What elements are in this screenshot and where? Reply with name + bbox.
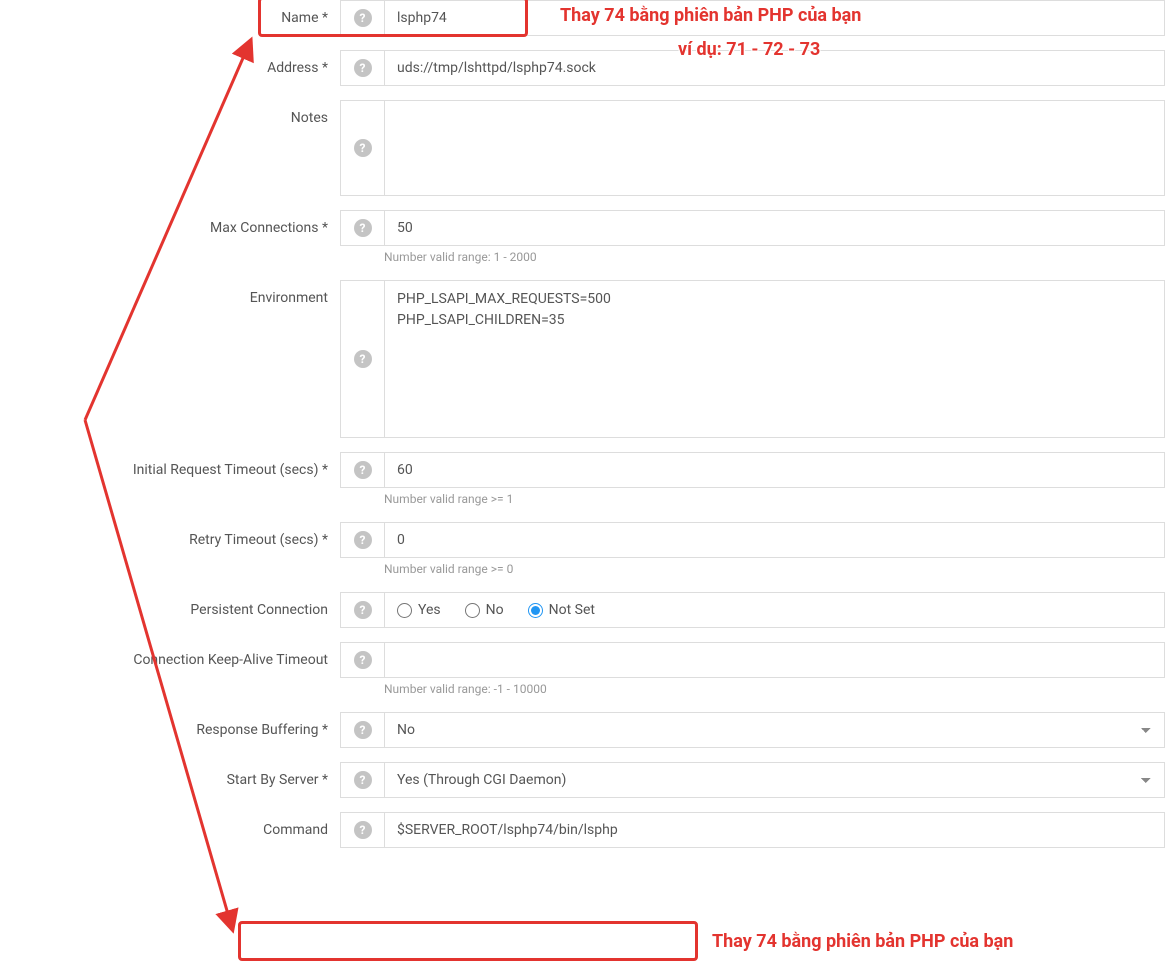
label-environment: Environment [0,280,340,316]
label-keep-alive-timeout: Connection Keep-Alive Timeout [0,642,340,678]
start-by-server-select[interactable]: Yes (Through CGI Daemon) [384,762,1165,798]
question-icon: ? [354,461,372,479]
radio-yes-input[interactable] [397,603,412,618]
row-notes: Notes ? [0,100,1165,196]
row-environment: Environment ? [0,280,1165,438]
help-command[interactable]: ? [340,812,384,848]
label-max-connections: Max Connections * [0,210,340,246]
label-start-by-server: Start By Server * [0,762,340,798]
label-retry-timeout: Retry Timeout (secs) * [0,522,340,558]
question-icon: ? [354,9,372,27]
radio-not-set[interactable]: Not Set [528,602,595,618]
label-name: Name * [0,0,340,36]
radio-not-set-input[interactable] [528,603,543,618]
help-notes[interactable]: ? [340,100,384,196]
persistent-connection-radiogroup: Yes No Not Set [384,592,1165,628]
question-icon: ? [354,59,372,77]
response-buffering-select[interactable]: No [384,712,1165,748]
hint-max-connections: Number valid range: 1 - 2000 [384,246,1165,274]
radio-yes-label: Yes [418,602,441,618]
row-keep-alive-timeout: Connection Keep-Alive Timeout ? Number v… [0,642,1165,706]
environment-textarea[interactable] [384,280,1165,438]
help-response-buffering[interactable]: ? [340,712,384,748]
help-retry-timeout[interactable]: ? [340,522,384,558]
help-name[interactable]: ? [340,0,384,36]
label-address: Address * [0,50,340,86]
label-response-buffering: Response Buffering * [0,712,340,748]
question-icon: ? [354,531,372,549]
row-response-buffering: Response Buffering * ? No [0,712,1165,748]
label-initial-request-timeout: Initial Request Timeout (secs) * [0,452,340,488]
address-input[interactable] [384,50,1165,86]
hint-keep-alive-timeout: Number valid range: -1 - 10000 [384,678,1165,706]
radio-no[interactable]: No [465,602,504,618]
radio-yes[interactable]: Yes [397,602,441,618]
hint-retry-timeout: Number valid range >= 0 [384,558,1165,586]
help-address[interactable]: ? [340,50,384,86]
annotation-bottom: Thay 74 bằng phiên bản PHP của bạn [712,930,1013,953]
help-keep-alive-timeout[interactable]: ? [340,642,384,678]
question-icon: ? [354,821,372,839]
radio-not-set-label: Not Set [549,602,595,618]
max-connections-input[interactable] [384,210,1165,246]
notes-textarea[interactable] [384,100,1165,196]
radio-no-label: No [486,602,504,618]
help-start-by-server[interactable]: ? [340,762,384,798]
help-environment[interactable]: ? [340,280,384,438]
label-persistent-connection: Persistent Connection [0,592,340,628]
label-command: Command [0,812,340,848]
keep-alive-timeout-input[interactable] [384,642,1165,678]
row-address: Address * ? [0,50,1165,86]
retry-timeout-input[interactable] [384,522,1165,558]
name-input[interactable] [384,0,1165,36]
row-start-by-server: Start By Server * ? Yes (Through CGI Dae… [0,762,1165,798]
row-persistent-connection: Persistent Connection ? Yes No Not Set [0,592,1165,628]
help-max-connections[interactable]: ? [340,210,384,246]
question-icon: ? [354,651,372,669]
radio-no-input[interactable] [465,603,480,618]
initial-request-timeout-input[interactable] [384,452,1165,488]
question-icon: ? [354,219,372,237]
row-command: Command ? [0,812,1165,848]
label-notes: Notes [0,100,340,136]
row-max-connections: Max Connections * ? Number valid range: … [0,210,1165,274]
row-retry-timeout: Retry Timeout (secs) * ? Number valid ra… [0,522,1165,586]
question-icon: ? [354,350,372,368]
question-icon: ? [354,721,372,739]
row-name: Name * ? [0,0,1165,36]
question-icon: ? [354,139,372,157]
row-initial-request-timeout: Initial Request Timeout (secs) * ? Numbe… [0,452,1165,516]
highlight-command [238,921,698,961]
question-icon: ? [354,771,372,789]
command-input[interactable] [384,812,1165,848]
hint-initial-request-timeout: Number valid range >= 1 [384,488,1165,516]
help-initial-request-timeout[interactable]: ? [340,452,384,488]
help-persistent-connection[interactable]: ? [340,592,384,628]
question-icon: ? [354,601,372,619]
